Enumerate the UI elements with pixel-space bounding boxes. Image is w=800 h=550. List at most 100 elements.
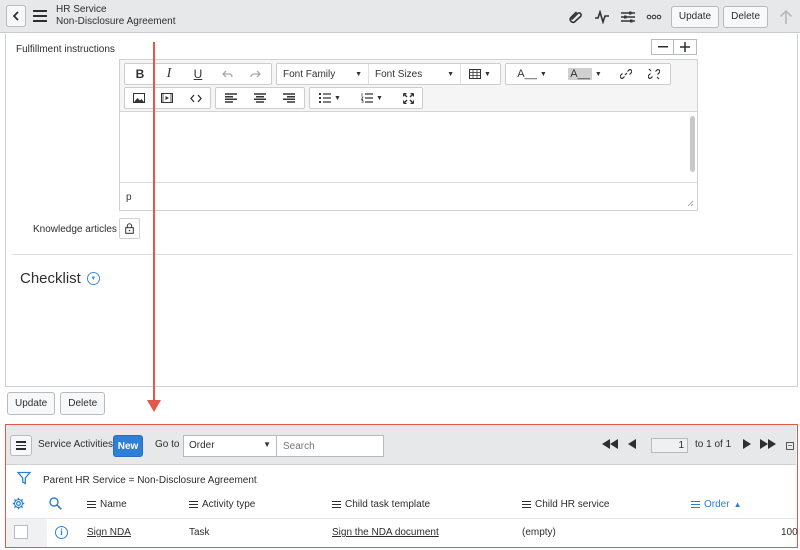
scroll-up-button[interactable] xyxy=(772,4,800,30)
insert-video-button[interactable] xyxy=(153,88,181,108)
column-header-child-task-template[interactable]: Child task template xyxy=(332,499,430,510)
bottom-update-button[interactable]: Update xyxy=(7,392,56,415)
numbered-list-button[interactable]: ▼ xyxy=(350,88,394,108)
table-button[interactable]: ▼ xyxy=(461,64,499,84)
insert-image-button[interactable] xyxy=(125,88,153,108)
previous-page-icon xyxy=(628,439,636,449)
table-icon xyxy=(469,69,482,79)
related-list-title: Service Activities xyxy=(38,439,114,450)
cell-child-task-template-link[interactable]: Sign the NDA document xyxy=(332,527,439,538)
caret-down-icon: ▼ xyxy=(594,70,602,78)
goto-field-select[interactable]: Order ▼ xyxy=(183,435,277,457)
link-icon xyxy=(620,69,632,79)
next-page-button[interactable] xyxy=(743,439,751,449)
row-checkbox[interactable] xyxy=(14,525,28,539)
previous-page-button[interactable] xyxy=(628,439,636,449)
hamburger-menu-icon xyxy=(16,439,26,452)
collapse-list-icon[interactable]: − xyxy=(786,442,794,450)
italic-icon: I xyxy=(166,66,172,81)
align-center-button[interactable] xyxy=(245,88,274,108)
checklist-expand-button[interactable]: ▼ xyxy=(86,272,100,285)
filter-condition[interactable]: Parent HR Service = Non-Disclosure Agree… xyxy=(43,475,257,486)
activity-stream-button[interactable] xyxy=(589,4,615,30)
background-color-button[interactable]: A__ ▼ xyxy=(558,64,612,84)
font-sizes-select[interactable]: Font Sizes ▼ xyxy=(369,64,461,84)
remove-link-button[interactable] xyxy=(640,64,668,84)
undo-button[interactable] xyxy=(213,64,241,84)
bold-icon: B xyxy=(135,67,145,81)
resize-handle-icon[interactable] xyxy=(686,199,694,207)
bold-button[interactable]: B xyxy=(125,64,155,84)
search-icon[interactable] xyxy=(49,497,62,510)
cell-name-link[interactable]: Sign NDA xyxy=(87,527,131,538)
goto-label: Go to xyxy=(155,439,180,450)
zoom-out-button[interactable] xyxy=(651,39,674,55)
filter-icon[interactable] xyxy=(17,471,31,485)
align-right-button[interactable] xyxy=(275,88,304,108)
column-header-activity-type[interactable]: Activity type xyxy=(189,499,255,510)
editor-content-area[interactable] xyxy=(120,113,688,182)
header-update-button[interactable]: Update xyxy=(670,5,720,28)
info-icon[interactable]: i xyxy=(55,526,68,539)
list-search-input[interactable] xyxy=(277,435,384,457)
color-link-group: A__ ▼ A__ ▼ xyxy=(505,63,671,85)
lock-icon xyxy=(125,223,134,234)
column-header-name[interactable]: Name xyxy=(87,499,127,510)
minus-icon xyxy=(657,46,668,48)
column-header-order[interactable]: Order ▲ xyxy=(691,499,741,510)
new-button[interactable]: New xyxy=(113,435,143,457)
knowledge-articles-lock-button[interactable] xyxy=(119,218,140,239)
gear-icon[interactable] xyxy=(12,497,25,510)
section-divider xyxy=(12,254,793,255)
more-options-button[interactable] xyxy=(641,4,667,30)
fullscreen-button[interactable] xyxy=(394,88,422,108)
italic-button[interactable]: I xyxy=(155,64,183,84)
font-family-select[interactable]: Font Family ▼ xyxy=(277,64,369,84)
form-body: Fulfillment instructions B I U Font Fami… xyxy=(5,34,798,387)
cell-order: 100 xyxy=(781,527,798,538)
last-page-button[interactable] xyxy=(760,439,776,449)
align-left-icon xyxy=(224,93,237,103)
more-dots-icon xyxy=(646,14,662,19)
caret-down-icon: ▼ xyxy=(484,70,491,78)
bullet-list-button[interactable]: ▼ xyxy=(310,88,350,108)
first-page-button[interactable] xyxy=(602,439,618,449)
insert-link-button[interactable] xyxy=(612,64,640,84)
align-left-button[interactable] xyxy=(216,88,245,108)
personalize-form-button[interactable] xyxy=(615,4,641,30)
redo-button[interactable] xyxy=(241,64,269,84)
source-code-button[interactable] xyxy=(182,88,210,108)
form-bottom-buttons: Update Delete xyxy=(7,392,106,415)
checklist-title: Checklist xyxy=(20,270,81,287)
table-row: i Sign NDA Task Sign the NDA document (e… xyxy=(6,518,798,547)
caret-down-icon: ▼ xyxy=(447,70,454,78)
font-family-value: Font Family xyxy=(283,68,336,80)
format-group: B I U xyxy=(124,63,272,85)
attachment-button[interactable] xyxy=(563,4,589,30)
column-menu-icon xyxy=(522,499,531,510)
text-color-button[interactable]: A__ ▼ xyxy=(506,64,558,84)
page-title: HR Service Non-Disclosure Agreement xyxy=(56,4,176,28)
page-number-input[interactable]: 1 xyxy=(651,438,688,453)
column-menu-icon xyxy=(332,499,341,510)
header-actions: Update Delete xyxy=(563,0,800,33)
rich-text-editor: B I U Font Family ▼ Font Sizes ▼ ▼ A__ ▼ A_… xyxy=(119,59,698,211)
underline-button[interactable]: U xyxy=(183,64,213,84)
list-context-menu-button[interactable] xyxy=(10,435,32,456)
zoom-in-button[interactable] xyxy=(674,39,697,55)
caret-down-icon: ▼ xyxy=(334,94,341,102)
back-button[interactable] xyxy=(6,5,26,27)
pulse-icon xyxy=(594,9,609,24)
hamburger-menu-icon[interactable] xyxy=(33,10,47,22)
underline-icon: U xyxy=(193,67,203,81)
column-header-label: Child HR service xyxy=(535,499,610,510)
bottom-delete-button[interactable]: Delete xyxy=(60,392,106,415)
column-header-child-hr-service[interactable]: Child HR service xyxy=(522,499,609,510)
caret-down-icon: ▼ xyxy=(90,275,97,282)
header-delete-button[interactable]: Delete xyxy=(723,5,768,28)
element-path[interactable]: p xyxy=(126,192,132,203)
editor-scrollbar[interactable] xyxy=(690,116,695,172)
caret-down-icon: ▼ xyxy=(539,70,547,78)
font-group: Font Family ▼ Font Sizes ▼ ▼ xyxy=(276,63,501,85)
first-page-icon xyxy=(602,439,618,449)
